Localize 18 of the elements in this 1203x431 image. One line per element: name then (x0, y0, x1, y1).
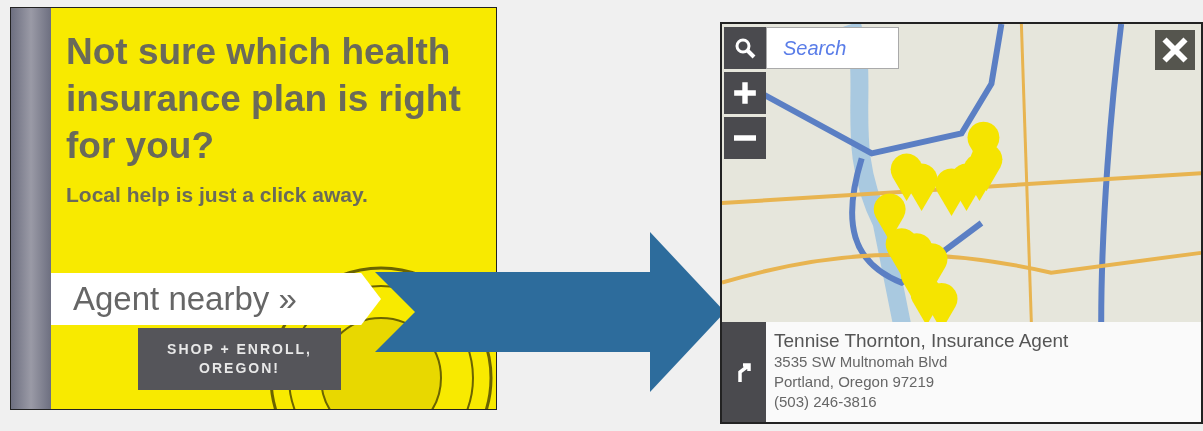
headline: Not sure which health insurance plan is right for you? (66, 30, 462, 168)
address-line: Portland, Oregon 97219 (774, 372, 936, 392)
close-icon (1161, 36, 1189, 64)
address-line: 3535 SW Multnomah Blvd (774, 352, 949, 372)
zoom-out-button[interactable] (724, 117, 766, 159)
directions-button[interactable] (722, 322, 766, 422)
shop-enroll-label: SHOP + ENROLL, OREGON! (138, 328, 341, 390)
minus-icon (734, 135, 756, 141)
search-button[interactable] (724, 27, 766, 69)
agent-nearby-link[interactable]: Agent nearby » (51, 273, 381, 325)
search-field[interactable]: Search (766, 27, 899, 69)
subline: Local help is just a click away. (66, 183, 369, 207)
close-button[interactable] (1155, 30, 1195, 70)
agent-name: Tennise Thornton, Insurance Agent (774, 330, 1070, 352)
zoom-in-button[interactable] (724, 72, 766, 114)
phone-number: (503) 246-3816 (774, 392, 878, 412)
plus-icon (732, 80, 758, 106)
search-icon (733, 36, 757, 60)
